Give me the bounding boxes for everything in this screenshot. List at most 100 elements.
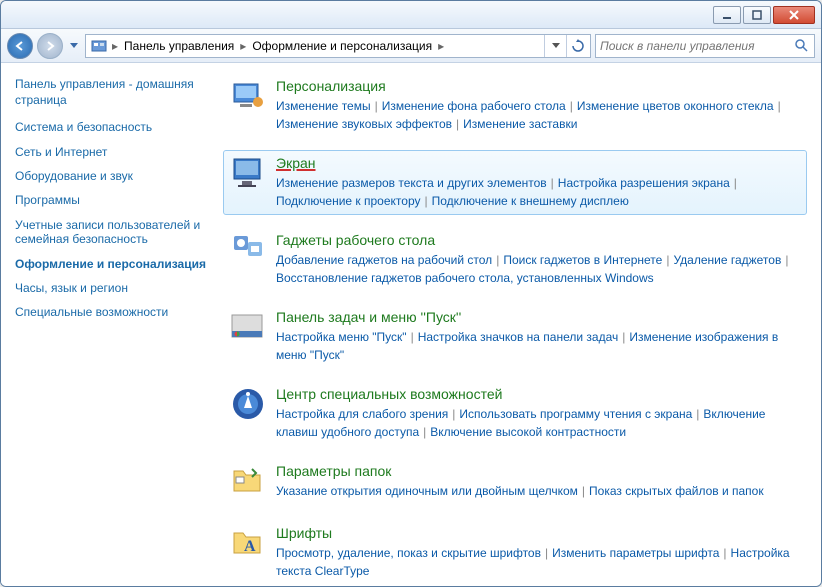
- task-link[interactable]: Настройка разрешения экрана: [558, 176, 730, 190]
- task-separator: |: [423, 425, 426, 439]
- category: Персонализация Изменение темы | Изменение ф…: [223, 73, 807, 138]
- sidebar-home[interactable]: Панель управления - домашняя страница: [15, 77, 211, 108]
- task-row: Настройка меню "Пуск"|Настройка значков …: [276, 328, 802, 364]
- breadcrumb-root[interactable]: Панель управления: [120, 35, 238, 57]
- control-panel-icon: [90, 37, 108, 55]
- back-button[interactable]: [7, 33, 33, 59]
- folder-icon: [228, 463, 268, 503]
- category: Центр специальных возможностей Настройка …: [223, 381, 807, 446]
- sidebar-item[interactable]: Учетные записи пользователей и семейная …: [15, 218, 211, 247]
- task-link[interactable]: Просмотр, удаление, показ и скрытие шриф…: [276, 546, 541, 560]
- task-row: Изменение размеров текста и других элеме…: [276, 174, 802, 210]
- task-separator: |: [666, 253, 669, 267]
- task-link[interactable]: Настройка значков на панели задач: [418, 330, 619, 344]
- category-title[interactable]: Центр специальных возможностей: [276, 386, 802, 402]
- category: Параметры папок Указание открытия одиночн…: [223, 458, 807, 508]
- titlebar: [1, 1, 821, 29]
- task-row: Добавление гаджетов на рабочий стол | Поис…: [276, 251, 802, 287]
- crumb-separator[interactable]: ▸: [436, 39, 446, 53]
- category-title[interactable]: Персонализация: [276, 78, 802, 94]
- task-link[interactable]: Подключение к проектору: [276, 194, 421, 208]
- task-separator: |: [551, 176, 554, 190]
- task-separator: |: [622, 330, 625, 344]
- task-link[interactable]: Изменение цветов оконного стекла: [577, 99, 774, 113]
- category-title[interactable]: Параметры папок: [276, 463, 802, 479]
- category: A Шрифты Просмотр, удаление, показ и скрыт…: [223, 520, 807, 585]
- task-link[interactable]: Добавление гаджетов на рабочий стол: [276, 253, 492, 267]
- task-row: Изменение темы | Изменение фона рабочего с…: [276, 97, 802, 133]
- task-link[interactable]: Восстановление гаджетов рабочего стола, …: [276, 271, 654, 285]
- fonts-icon: A: [228, 525, 268, 565]
- category: Экран Изменение размеров текста и других …: [223, 150, 807, 215]
- task-link[interactable]: Подключение к внешнему дисплею: [432, 194, 629, 208]
- category: Гаджеты рабочего стола Добавление гаджето…: [223, 227, 807, 292]
- sidebar-item[interactable]: Сеть и Интернет: [15, 145, 211, 159]
- sidebar-item[interactable]: Часы, язык и регион: [15, 281, 211, 295]
- sidebar-current: Оформление и персонализация: [15, 257, 211, 271]
- task-separator: |: [375, 99, 378, 113]
- minimize-button[interactable]: [713, 6, 741, 24]
- task-link[interactable]: Поиск гаджетов в Интернете: [503, 253, 662, 267]
- close-button[interactable]: [773, 6, 815, 24]
- task-separator: |: [778, 99, 781, 113]
- window: ▸ Панель управления ▸ Оформление и персо…: [0, 0, 822, 587]
- taskbar-icon: [228, 309, 268, 349]
- address-dropdown[interactable]: [544, 35, 566, 57]
- category-title[interactable]: Панель задач и меню ''Пуск'': [276, 309, 802, 325]
- search-input[interactable]: [600, 39, 794, 53]
- task-link[interactable]: Настройка меню "Пуск": [276, 330, 407, 344]
- display-icon: [228, 155, 268, 195]
- task-link[interactable]: Удаление гаджетов: [673, 253, 781, 267]
- task-row: Указание открытия одиночным или двойным …: [276, 482, 802, 500]
- task-link[interactable]: Изменить параметры шрифта: [552, 546, 719, 560]
- task-separator: |: [411, 330, 414, 344]
- search-box[interactable]: [595, 34, 815, 58]
- ease-icon: [228, 386, 268, 426]
- task-link[interactable]: Изменение фона рабочего стола: [382, 99, 566, 113]
- sidebar-item[interactable]: Система и безопасность: [15, 120, 211, 134]
- sidebar-item[interactable]: Специальные возможности: [15, 305, 211, 319]
- task-separator: |: [496, 253, 499, 267]
- body: Панель управления - домашняя страница Си…: [1, 63, 821, 586]
- history-dropdown[interactable]: [67, 36, 81, 56]
- task-separator: |: [696, 407, 699, 421]
- navbar: ▸ Панель управления ▸ Оформление и персо…: [1, 29, 821, 63]
- task-link[interactable]: Изменение звуковых эффектов: [276, 117, 452, 131]
- forward-button[interactable]: [37, 33, 63, 59]
- crumb-separator[interactable]: ▸: [238, 39, 248, 53]
- svg-text:A: A: [244, 538, 256, 555]
- breadcrumb-sub[interactable]: Оформление и персонализация: [248, 35, 436, 57]
- address-bar[interactable]: ▸ Панель управления ▸ Оформление и персо…: [85, 34, 591, 58]
- gadgets-icon: [228, 232, 268, 272]
- personalization-icon: [228, 78, 268, 118]
- task-separator: |: [425, 194, 428, 208]
- task-link[interactable]: Показ скрытых файлов и папок: [589, 484, 764, 498]
- task-separator: |: [582, 484, 585, 498]
- task-separator: |: [734, 176, 737, 190]
- content: Персонализация Изменение темы | Изменение ф…: [217, 63, 821, 586]
- task-link[interactable]: Включение высокой контрастности: [430, 425, 626, 439]
- category-title[interactable]: Шрифты: [276, 525, 802, 541]
- task-separator: |: [570, 99, 573, 113]
- maximize-button[interactable]: [743, 6, 771, 24]
- category-title[interactable]: Гаджеты рабочего стола: [276, 232, 802, 248]
- task-link[interactable]: Использовать программу чтения с экрана: [459, 407, 692, 421]
- refresh-button[interactable]: [566, 35, 588, 57]
- crumb-separator[interactable]: ▸: [110, 39, 120, 53]
- task-separator: |: [456, 117, 459, 131]
- task-separator: |: [785, 253, 788, 267]
- task-separator: |: [545, 546, 548, 560]
- task-link[interactable]: Изменение заставки: [463, 117, 577, 131]
- category-title[interactable]: Экран: [276, 155, 802, 171]
- task-separator: |: [723, 546, 726, 560]
- task-link[interactable]: Указание открытия одиночным или двойным …: [276, 484, 578, 498]
- task-link[interactable]: Изменение размеров текста и других элеме…: [276, 176, 547, 190]
- task-row: Просмотр, удаление, показ и скрытие шриф…: [276, 544, 802, 580]
- category: Панель задач и меню ''Пуск'' Настройка ме…: [223, 304, 807, 369]
- task-separator: |: [452, 407, 455, 421]
- search-icon[interactable]: [794, 38, 810, 54]
- task-link[interactable]: Настройка для слабого зрения: [276, 407, 448, 421]
- sidebar-item[interactable]: Оборудование и звук: [15, 169, 211, 183]
- task-link[interactable]: Изменение темы: [276, 99, 371, 113]
- sidebar-item[interactable]: Программы: [15, 193, 211, 207]
